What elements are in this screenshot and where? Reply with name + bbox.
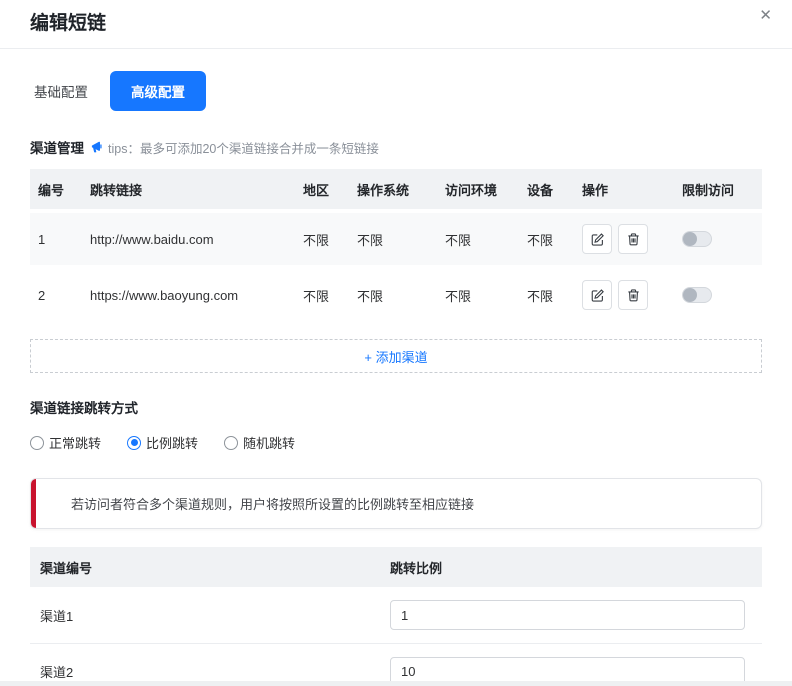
add-channel-button[interactable]: + 添加渠道 xyxy=(30,339,762,373)
radio-ratio-jump[interactable]: 比例跳转 xyxy=(127,433,198,452)
col-header-actions: 操作 xyxy=(582,180,682,199)
radio-icon-selected xyxy=(127,436,141,450)
edit-button[interactable] xyxy=(582,280,612,310)
col-header-url: 跳转链接 xyxy=(90,180,303,199)
channel-table-header: 编号 跳转链接 地区 操作系统 访问环境 设备 操作 限制访问 xyxy=(30,169,762,209)
row-actions xyxy=(582,224,682,254)
edit-icon xyxy=(590,232,605,247)
row-device: 不限 xyxy=(527,230,582,249)
channel-section-header: 渠道管理 tips：最多可添加20个渠道链接合并成一条短链接 xyxy=(30,137,762,157)
col-header-restrict: 限制访问 xyxy=(682,180,762,199)
col-header-env: 访问环境 xyxy=(445,180,527,199)
alert-accent-bar xyxy=(31,479,36,528)
row-os: 不限 xyxy=(357,230,445,249)
ratio-col-channel: 渠道编号 xyxy=(30,558,390,577)
megaphone-icon xyxy=(90,140,105,155)
ratio-row: 渠道2 xyxy=(30,643,762,686)
radio-normal-jump[interactable]: 正常跳转 xyxy=(30,433,101,452)
restrict-access-toggle[interactable] xyxy=(682,287,712,303)
channel-table-row: 2 https://www.baoyung.com 不限 不限 不限 不限 xyxy=(30,269,762,321)
row-region: 不限 xyxy=(303,230,357,249)
radio-icon xyxy=(30,436,44,450)
delete-button[interactable] xyxy=(618,280,648,310)
col-header-region: 地区 xyxy=(303,180,357,199)
restrict-access-toggle[interactable] xyxy=(682,231,712,247)
radio-random-jump[interactable]: 随机跳转 xyxy=(224,433,295,452)
row-restrict xyxy=(682,231,762,247)
ratio-channel-name: 渠道2 xyxy=(30,662,390,681)
config-tabs: 基础配置 高级配置 xyxy=(30,71,762,111)
row-no: 2 xyxy=(30,288,90,303)
row-device: 不限 xyxy=(527,286,582,305)
bottom-cutoff-strip xyxy=(0,681,792,686)
row-no: 1 xyxy=(30,232,90,247)
ratio-info-alert: 若访问者符合多个渠道规则，用户将按照所设置的比例跳转至相应链接 xyxy=(30,478,762,529)
modal-header: 编辑短链 ✕ xyxy=(0,0,792,35)
trash-icon xyxy=(626,232,641,247)
row-restrict xyxy=(682,287,762,303)
alert-text: 若访问者符合多个渠道规则，用户将按照所设置的比例跳转至相应链接 xyxy=(71,497,474,512)
col-header-device: 设备 xyxy=(527,180,582,199)
radio-icon xyxy=(224,436,238,450)
row-actions xyxy=(582,280,682,310)
toggle-knob xyxy=(683,232,697,246)
ratio-input-channel1[interactable] xyxy=(390,600,745,630)
radio-label: 正常跳转 xyxy=(49,433,101,452)
edit-shortlink-modal: 编辑短链 ✕ 基础配置 高级配置 渠道管理 tips：最多可添加20个渠道链接合… xyxy=(0,0,792,686)
toggle-knob xyxy=(683,288,697,302)
channel-table-row: 1 http://www.baidu.com 不限 不限 不限 不限 xyxy=(30,213,762,265)
header-divider xyxy=(0,48,792,49)
ratio-table: 渠道编号 跳转比例 渠道1 渠道2 xyxy=(30,547,762,686)
tab-basic-config[interactable]: 基础配置 xyxy=(30,71,92,111)
col-header-no: 编号 xyxy=(30,180,90,199)
jump-mode-options: 正常跳转 比例跳转 随机跳转 xyxy=(30,433,762,452)
row-url: http://www.baidu.com xyxy=(90,232,303,247)
row-os: 不限 xyxy=(357,286,445,305)
ratio-channel-name: 渠道1 xyxy=(30,606,390,625)
edit-icon xyxy=(590,288,605,303)
radio-label: 随机跳转 xyxy=(243,433,295,452)
ratio-col-ratio: 跳转比例 xyxy=(390,558,762,577)
trash-icon xyxy=(626,288,641,303)
modal-title: 编辑短链 xyxy=(30,8,762,35)
close-icon[interactable]: ✕ xyxy=(755,4,776,27)
channel-table: 编号 跳转链接 地区 操作系统 访问环境 设备 操作 限制访问 1 http:/… xyxy=(30,169,762,321)
row-env: 不限 xyxy=(445,230,527,249)
tab-advanced-config[interactable]: 高级配置 xyxy=(110,71,206,111)
channel-tips-text: tips：最多可添加20个渠道链接合并成一条短链接 xyxy=(108,138,379,157)
ratio-table-header: 渠道编号 跳转比例 xyxy=(30,547,762,587)
row-env: 不限 xyxy=(445,286,527,305)
ratio-row: 渠道1 xyxy=(30,587,762,643)
radio-label: 比例跳转 xyxy=(146,433,198,452)
col-header-os: 操作系统 xyxy=(357,180,445,199)
jump-mode-label: 渠道链接跳转方式 xyxy=(30,397,762,417)
delete-button[interactable] xyxy=(618,224,648,254)
row-url: https://www.baoyung.com xyxy=(90,288,303,303)
row-region: 不限 xyxy=(303,286,357,305)
edit-button[interactable] xyxy=(582,224,612,254)
channel-section-label: 渠道管理 xyxy=(30,137,84,157)
